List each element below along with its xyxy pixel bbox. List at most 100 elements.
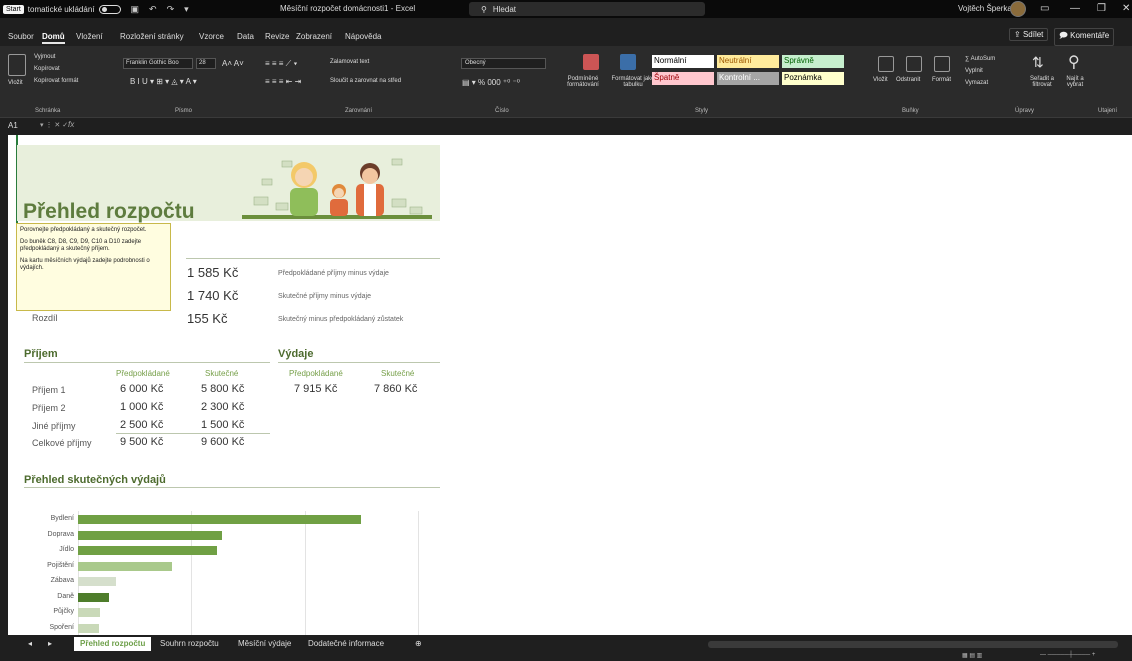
copy-button[interactable]: Kopírovat [34,66,60,72]
projected-balance-value: 1 585 Kč [187,265,239,280]
share-label: Sdílet [1022,30,1044,39]
worksheet[interactable]: Přehled rozpočtu Porovnejte předpokládan… [8,135,1132,635]
cut-button[interactable]: Vyjmout [34,54,55,60]
tab-page-layout[interactable]: Rozložení stránky [120,32,184,41]
find-select-button[interactable]: Najít a vybrat [1058,76,1092,88]
chart-category-label: Bydlení [50,515,74,522]
group-number-label: Číslo [495,108,509,114]
income-total-planned: 9 500 Kč [120,436,164,448]
maximize-icon[interactable]: ❐ [1097,3,1106,14]
cell-style-4[interactable]: Kontrolní ... [717,72,779,85]
delete-cells-icon[interactable] [906,56,922,72]
align-top-icons[interactable]: ≡ ≡ ≡ ⟋ ▾ [265,59,297,69]
income-row-planned: 2 500 Kč [120,419,164,431]
tab-home[interactable]: Domů [42,32,65,44]
clear-button[interactable]: Vymazat [965,80,988,86]
sheet-tab-additional-info[interactable]: Dodatečné informace [308,639,384,648]
chart-bar [78,577,116,586]
group-clipboard-label: Schránka [35,108,61,114]
income-row-label: Příjem 2 [32,403,66,413]
cell-style-5[interactable]: Poznámka [782,72,844,85]
start-button[interactable]: Start [3,4,24,14]
tab-formulas[interactable]: Vzorce [199,32,224,41]
minimize-icon[interactable]: — [1070,3,1080,14]
customize-toolbar-icon[interactable]: ▾ [184,4,189,15]
share-button[interactable]: ⇪ Sdílet [1009,28,1049,41]
format-painter-button[interactable]: Kopírovat formát [34,78,78,84]
search-input[interactable]: ⚲ Hledat [469,2,705,16]
redo-icon[interactable]: ↷ [167,4,175,15]
format-as-table-icon[interactable] [620,54,636,70]
cell-style-1[interactable]: Neutrální [717,55,779,68]
tab-insert[interactable]: Vložení [76,32,103,41]
paste-icon[interactable] [8,54,26,76]
merge-center-button[interactable]: Sloučit a zarovnat na střed [330,78,401,84]
chart-bar [78,623,99,633]
tab-help[interactable]: Nápověda [345,32,381,41]
tab-scroll-left-icon[interactable]: ◂ [28,639,32,648]
insert-function-button[interactable]: fx [68,120,74,129]
expenses-planned-value: 7 915 Kč [294,383,338,395]
delete-cells-button[interactable]: Odstranit [896,77,920,83]
chart-divider [24,487,440,488]
chart-bar [78,608,100,617]
formula-cancel-icon[interactable]: ▾ ⋮ ✕ ✓ [40,121,68,129]
insert-cells-button[interactable]: Vložit [873,77,888,83]
income-total-divider [116,433,270,434]
income-row-label: Příjem 1 [32,385,66,395]
tab-scroll-right-icon[interactable]: ▸ [48,639,52,648]
income-total-actual: 9 600 Kč [201,436,245,448]
align-horizontal-icons[interactable]: ≡ ≡ ≡ ⇤ ⇥ [265,77,301,86]
conditional-formatting-button[interactable]: Podmíněné formátování [557,76,609,88]
user-name[interactable]: Vojtěch Šperka [958,4,1012,13]
sort-filter-button[interactable]: Seřadit a filtrovat [1022,76,1062,88]
save-icon[interactable]: ▣ [131,4,140,15]
conditional-formatting-icon[interactable] [583,54,599,70]
font-grow-icon[interactable]: A˄ A˅ [222,59,244,68]
difference-value: 155 Kč [187,311,228,326]
close-icon[interactable]: ✕ [1122,3,1130,14]
tab-review[interactable]: Revize [265,32,289,41]
expenses-actual-value: 7 860 Kč [374,383,418,395]
font-family-select[interactable]: Franklin Gothic Boo [123,58,193,69]
wrap-text-button[interactable]: Zalamovat text [330,59,369,65]
tooltip-line-2: Do buněk C8, D8, C9, D9, C10 a D10 zadej… [20,239,142,252]
number-format-icons[interactable]: ▤ ▾ % 000 ⁺⁰ ⁻⁰ [462,78,520,87]
autosum-label: AutoSum [970,56,996,62]
comments-button[interactable]: 🗩 Komentáře [1054,28,1115,46]
comments-label: Komentáře [1070,31,1110,40]
font-size-select[interactable]: 28 [196,58,216,69]
sheet-tab-monthly-expenses[interactable]: Měsíční výdaje [238,639,291,648]
format-cells-button[interactable]: Formát [932,77,951,83]
format-cells-icon[interactable] [934,56,950,72]
undo-icon[interactable]: ↶ [149,4,157,15]
add-sheet-icon[interactable]: ⊕ [415,639,422,648]
expenses-divider [278,362,440,363]
tab-file[interactable]: Soubor [8,32,34,41]
autosum-button[interactable]: ∑ AutoSum [965,56,995,62]
page-title: Přehled rozpočtu [23,200,195,223]
ribbon-display-icon[interactable]: ▭ [1040,3,1049,14]
sheet-tab-budget-overview[interactable]: Přehled rozpočtu [74,637,152,651]
zoom-slider[interactable]: — ─────┼──── + [1040,652,1095,658]
paste-button[interactable]: Vložit [8,80,23,86]
tab-data[interactable]: Data [237,32,254,41]
chart-category-label: Půjčky [53,608,74,615]
sheet-tab-budget-summary[interactable]: Souhrn rozpočtu [160,639,219,648]
cell-style-3[interactable]: Špatně [652,72,714,85]
chart-category-label: Doprava [47,530,74,538]
cell-style-0[interactable]: Normální [652,55,714,68]
status-bar: ▦ ▤ ▥ — ─────┼──── + [0,651,1132,661]
fill-button[interactable]: Vyplnit [965,68,983,74]
cell-style-2[interactable]: Správně [782,55,844,68]
ribbon-tabs: Soubor Domů Vložení Rozložení stránky Vz… [0,18,1132,46]
font-style-buttons[interactable]: B I U ▾ ⊞ ▾ ◬ ▾ A ▾ [130,77,197,86]
avatar[interactable] [1010,1,1026,17]
horizontal-scrollbar[interactable] [708,641,1118,648]
autosave-toggle[interactable] [98,4,121,14]
number-format-select[interactable]: Obecný [461,58,546,69]
name-box[interactable]: A1 [8,121,18,130]
view-mode-icons[interactable]: ▦ ▤ ▥ [962,652,982,659]
tab-view[interactable]: Zobrazení [296,32,332,41]
insert-cells-icon[interactable] [878,56,894,72]
